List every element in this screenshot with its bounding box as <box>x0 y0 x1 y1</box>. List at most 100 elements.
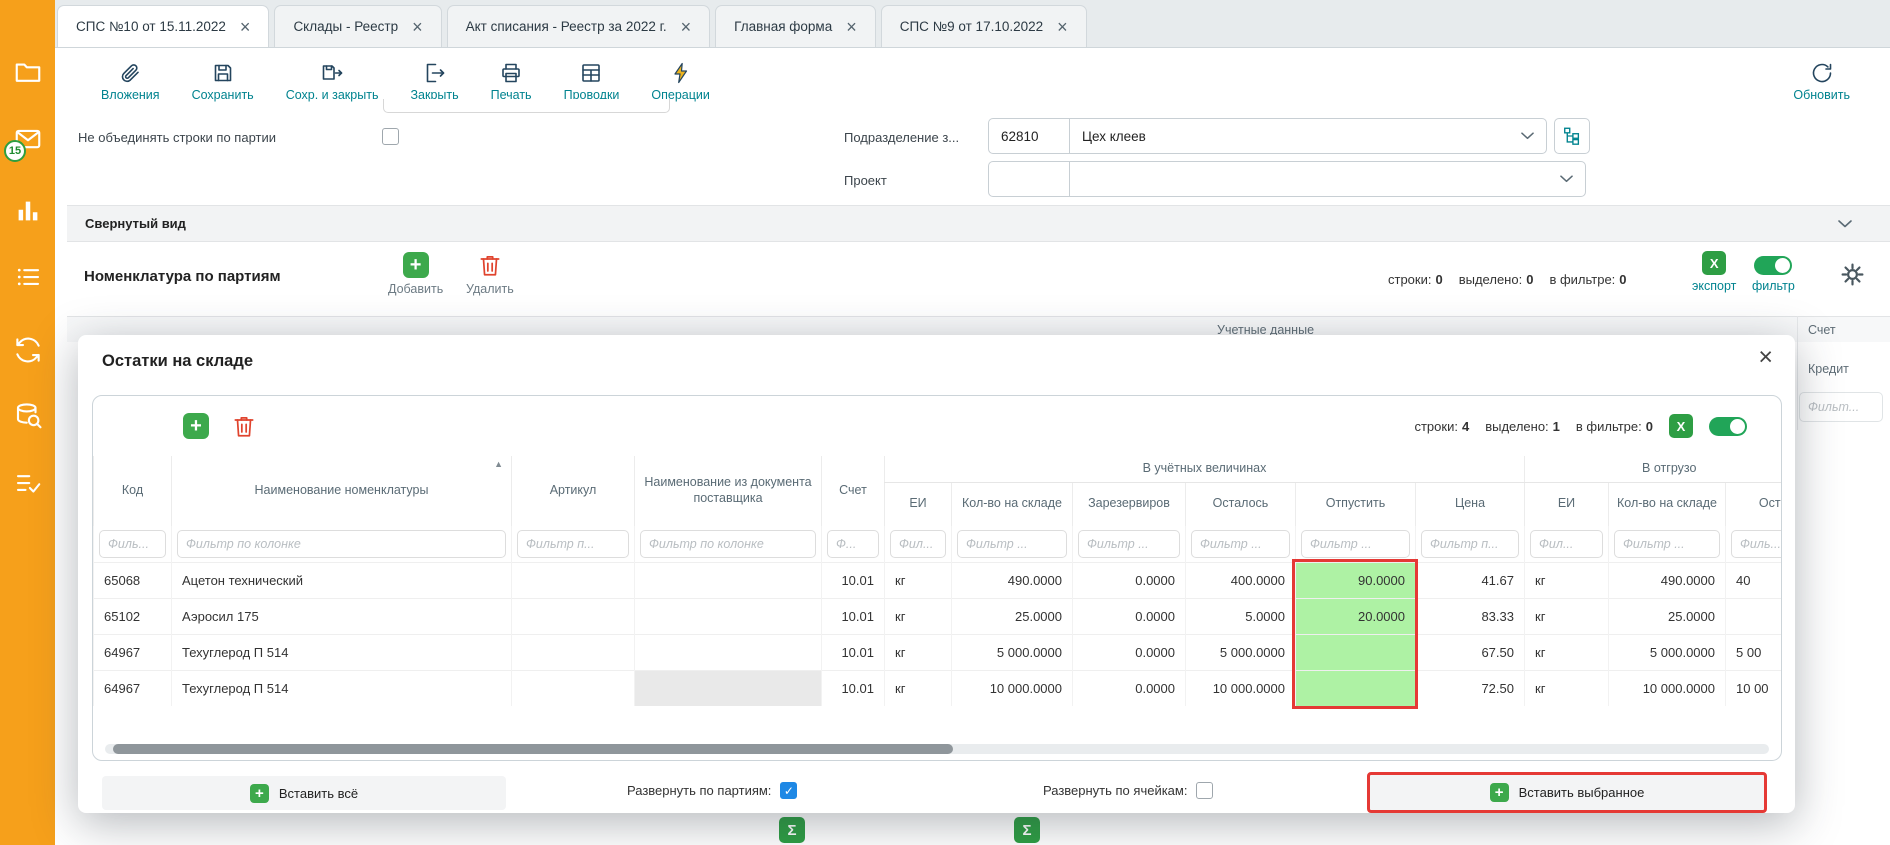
cell[interactable]: кг <box>1525 670 1609 706</box>
cell[interactable]: 5 000.0000 <box>952 634 1073 670</box>
column-filter-input[interactable] <box>99 530 166 558</box>
insert-selected-button[interactable]: + Вставить выбранное <box>1367 772 1767 813</box>
cell[interactable]: 10.01 <box>822 670 885 706</box>
cell[interactable] <box>512 562 635 598</box>
column-header[interactable]: Отпустить <box>1296 482 1416 526</box>
nav-registry-button[interactable] <box>13 262 43 292</box>
cell[interactable] <box>635 634 822 670</box>
cell[interactable]: 5 000.0000 <box>1609 634 1726 670</box>
nav-mail-button[interactable]: 15 <box>13 124 43 154</box>
credit-filter-input[interactable] <box>1799 392 1883 422</box>
project-combo[interactable] <box>1069 161 1586 197</box>
cell[interactable]: 25.0000 <box>952 598 1073 634</box>
horizontal-scrollbar[interactable] <box>105 744 1769 754</box>
cell[interactable]: кг <box>885 634 952 670</box>
tab-2[interactable]: Склады - Реестр× <box>274 5 441 47</box>
cell[interactable]: 10 000.0000 <box>1186 670 1296 706</box>
cell[interactable] <box>635 562 822 598</box>
cell[interactable]: 0.0000 <box>1073 562 1186 598</box>
cell[interactable]: 10 000.0000 <box>952 670 1073 706</box>
cell[interactable]: 65102 <box>94 598 172 634</box>
cell[interactable]: Техуглерод П 514 <box>172 634 512 670</box>
cell[interactable] <box>635 598 822 634</box>
cell[interactable]: 67.50 <box>1416 634 1525 670</box>
department-tree-button[interactable] <box>1554 118 1590 154</box>
cell[interactable]: 83.33 <box>1416 598 1525 634</box>
modal-add-button[interactable]: + <box>183 413 209 439</box>
cell[interactable] <box>1726 598 1782 634</box>
cell[interactable]: 0.0000 <box>1073 670 1186 706</box>
cell[interactable]: 10.01 <box>822 562 885 598</box>
cell[interactable] <box>512 598 635 634</box>
cell[interactable]: кг <box>885 670 952 706</box>
nav-data-search-button[interactable] <box>13 401 43 431</box>
column-filter-input[interactable] <box>827 530 879 558</box>
department-code-input[interactable]: 62810 <box>988 118 1070 154</box>
project-code-input[interactable] <box>988 161 1070 197</box>
tab-close-icon[interactable]: × <box>412 18 423 36</box>
nav-tasks-button[interactable] <box>13 468 43 498</box>
department-combo[interactable]: Цех клеев <box>1069 118 1547 154</box>
cell[interactable]: 490.0000 <box>952 562 1073 598</box>
cell[interactable]: 41.67 <box>1416 562 1525 598</box>
cell[interactable] <box>512 634 635 670</box>
cell[interactable]: Техуглерод П 514 <box>172 670 512 706</box>
tab-close-icon[interactable]: × <box>1057 18 1068 36</box>
cell[interactable]: 490.0000 <box>1609 562 1726 598</box>
column-header[interactable]: Цена <box>1416 482 1525 526</box>
tab-close-icon[interactable]: × <box>681 18 692 36</box>
tab-close-icon[interactable]: × <box>846 18 857 36</box>
column-header[interactable]: Зарезервиров <box>1073 482 1186 526</box>
scrollbar-thumb[interactable] <box>113 744 953 754</box>
modal-delete-button[interactable] <box>209 413 257 439</box>
column-header[interactable]: Ост <box>1726 482 1782 526</box>
tab-4[interactable]: Главная форма× <box>715 5 876 47</box>
column-filter-input[interactable] <box>640 530 816 558</box>
table-row[interactable]: 65068Ацетон технический10.01кг490.00000.… <box>94 562 1782 598</box>
table-row[interactable]: 65102Аэросил 17510.01кг25.00000.00005.00… <box>94 598 1782 634</box>
nav-documents-button[interactable] <box>13 57 43 87</box>
attachments-button[interactable]: Вложения <box>101 61 160 102</box>
print-button[interactable]: Печать <box>491 61 532 102</box>
column-filter-input[interactable] <box>1530 530 1603 558</box>
refresh-button[interactable]: Обновить <box>1793 61 1850 102</box>
postings-button[interactable]: Проводки <box>564 61 620 102</box>
add-row-button[interactable]: + Добавить <box>388 252 443 296</box>
cell[interactable]: Аэросил 175 <box>172 598 512 634</box>
column-header[interactable]: Наименование номенклатуры▲ <box>172 456 512 526</box>
cell[interactable]: 64967 <box>94 634 172 670</box>
cell[interactable]: 10.01 <box>822 634 885 670</box>
sum-badge[interactable]: Σ <box>1014 817 1040 843</box>
column-filter-input[interactable] <box>1078 530 1180 558</box>
column-header[interactable]: Код <box>94 456 172 526</box>
cell[interactable]: 64967 <box>94 670 172 706</box>
sum-badge[interactable]: Σ <box>779 817 805 843</box>
cell[interactable] <box>635 670 822 706</box>
cell[interactable]: 400.0000 <box>1186 562 1296 598</box>
insert-all-button[interactable]: + Вставить всё <box>102 776 506 810</box>
cell[interactable]: кг <box>885 598 952 634</box>
chevron-down-icon[interactable] <box>1521 132 1534 140</box>
cell[interactable]: 0.0000 <box>1073 634 1186 670</box>
column-header[interactable]: Артикул <box>512 456 635 526</box>
cell[interactable]: 25.0000 <box>1609 598 1726 634</box>
modal-filter-toggle[interactable] <box>1709 417 1747 436</box>
export-excel-button[interactable]: X экспорт <box>1692 251 1736 293</box>
cell[interactable]: 10 00 <box>1726 670 1782 706</box>
cell[interactable]: кг <box>1525 562 1609 598</box>
column-header[interactable]: Осталось <box>1186 482 1296 526</box>
modal-close-button[interactable]: × <box>1758 345 1773 370</box>
cell[interactable]: кг <box>885 562 952 598</box>
cell[interactable]: 10 000.0000 <box>1609 670 1726 706</box>
table-row[interactable]: 64967Техуглерод П 51410.01кг10 000.00000… <box>94 670 1782 706</box>
cell[interactable]: 5 00 <box>1726 634 1782 670</box>
column-header[interactable]: ЕИ <box>885 482 952 526</box>
delete-row-button[interactable]: Удалить <box>466 252 514 296</box>
column-header[interactable]: Кол-во на складе <box>952 482 1073 526</box>
collapsed-view-header[interactable]: Свернутый вид <box>67 205 1890 242</box>
save-and-close-button[interactable]: Сохр. и закрыть <box>286 61 379 102</box>
cell[interactable]: 65068 <box>94 562 172 598</box>
cell[interactable]: 10.01 <box>822 598 885 634</box>
column-header[interactable]: Кол-во на складе <box>1609 482 1726 526</box>
column-filter-input[interactable] <box>1191 530 1290 558</box>
